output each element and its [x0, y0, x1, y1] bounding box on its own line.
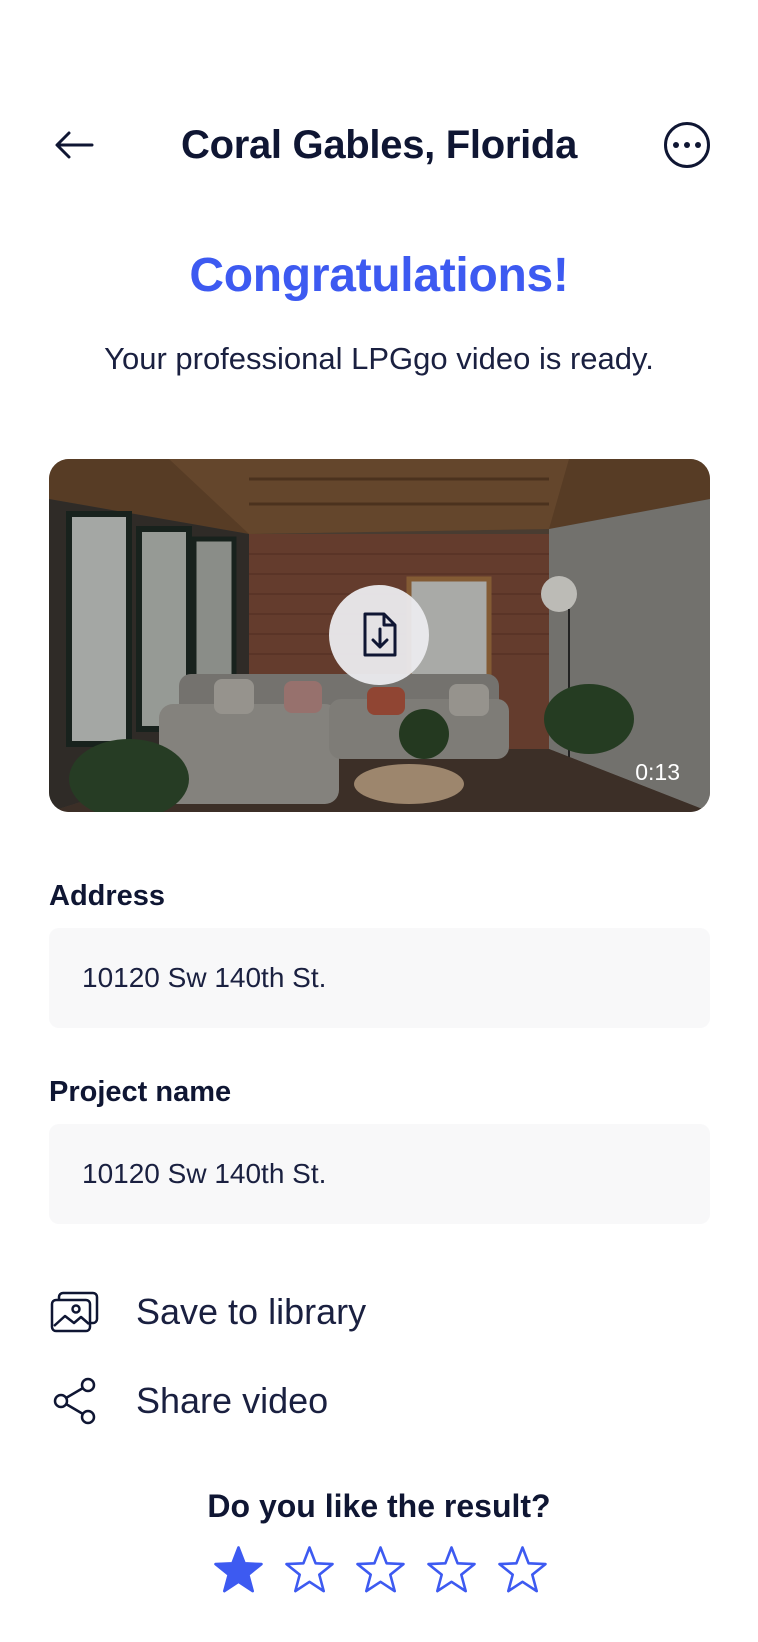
back-button[interactable] [46, 119, 102, 171]
video-preview[interactable]: 0:13 [49, 459, 710, 812]
ready-subtitle: Your professional LPGgo video is ready. [104, 341, 654, 376]
save-to-library-label: Save to library [136, 1291, 367, 1332]
project-name-field[interactable] [49, 1124, 710, 1224]
video-ready-screen: Coral Gables, Florida Congratulations! Y… [0, 0, 758, 1642]
star-icon[interactable] [496, 1543, 549, 1596]
share-video-label: Share video [136, 1380, 329, 1421]
star-icon[interactable] [212, 1543, 265, 1596]
save-to-library-button[interactable]: Save to library [49, 1282, 366, 1342]
star-icon[interactable] [283, 1543, 336, 1596]
address-input[interactable] [82, 962, 710, 994]
address-label: Address [49, 880, 166, 912]
project-name-label: Project name [49, 1076, 232, 1108]
share-icon [49, 1375, 101, 1427]
image-library-icon [49, 1286, 101, 1338]
star-icon[interactable] [354, 1543, 407, 1596]
header: Coral Gables, Florida [0, 105, 758, 185]
more-options-button[interactable] [664, 122, 710, 168]
rating-question: Do you like the result? [207, 1488, 551, 1524]
more-dot [695, 142, 701, 148]
more-horizontal-icon [673, 142, 679, 148]
address-field[interactable] [49, 928, 710, 1028]
star-icon[interactable] [425, 1543, 478, 1596]
star-rating [212, 1543, 549, 1599]
file-download-icon [363, 612, 397, 657]
congratulations-heading: Congratulations! [189, 249, 569, 302]
page-title: Coral Gables, Florida [180, 123, 578, 167]
more-dot [684, 142, 690, 148]
project-name-input[interactable] [82, 1158, 710, 1190]
share-video-button[interactable]: Share video [49, 1371, 328, 1431]
download-button[interactable] [329, 585, 429, 685]
video-duration: 0:13 [635, 759, 680, 785]
arrow-left-icon [55, 131, 94, 159]
